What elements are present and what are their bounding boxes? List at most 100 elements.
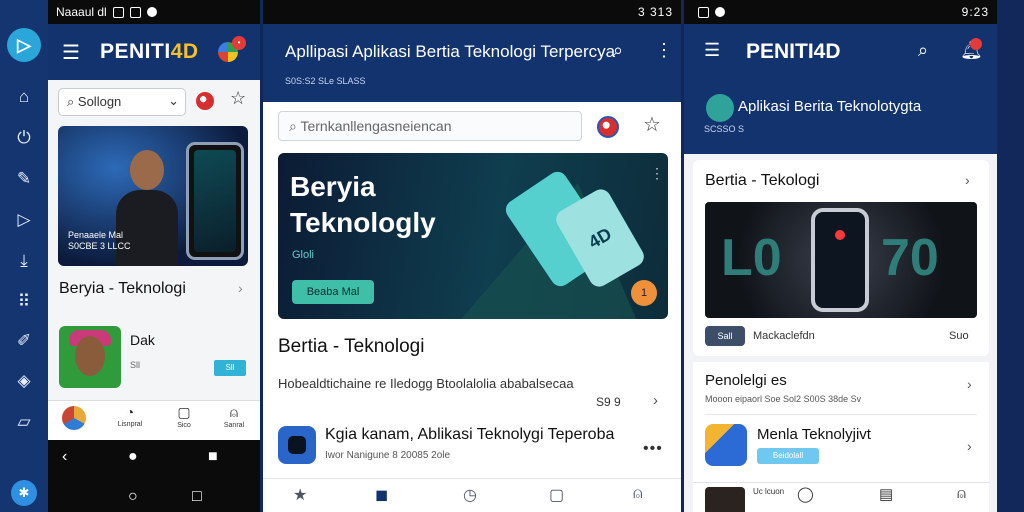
search-icon: ⌕	[289, 118, 297, 134]
clock-nav-icon[interactable]: ◷	[463, 485, 477, 505]
hero-caption: Penaaele Mal S0CBE 3 LLCC	[68, 230, 131, 251]
phone-panel-right: 9:23 ☰ PENITI4D ⌕ 🔔︎ Aplikasi Berita Tek…	[684, 0, 997, 512]
divider	[705, 414, 977, 415]
back-icon[interactable]: ‹	[62, 448, 67, 466]
app-bar: Apllipasi Aplikasi Bertia Teknologi Terp…	[263, 24, 681, 102]
more-horiz-icon[interactable]: •••	[643, 440, 663, 458]
avatar[interactable]	[705, 487, 745, 512]
feature-card[interactable]: Bertia - Tekologi › L0 70 Sall Mackaclef…	[693, 160, 989, 356]
more-icon[interactable]: ⋮	[655, 40, 673, 61]
section-title: Bertia - Teknologi	[278, 336, 425, 357]
recents-icon[interactable]: ■	[208, 448, 218, 466]
list-item-title[interactable]: Menla Teknolyjivt	[757, 426, 871, 443]
menu-icon[interactable]: ☰	[62, 40, 80, 65]
search-icon: ⌕	[67, 94, 75, 109]
notification-dot	[970, 38, 982, 50]
list-item-title[interactable]: Kgia kanam, Ablikasi Teknolygi Teperoba	[325, 426, 614, 444]
chevron-right-icon[interactable]: ›	[653, 392, 658, 409]
profile-nav-icon[interactable]: ⍝	[633, 485, 643, 503]
chevron-right-icon[interactable]: ›	[965, 172, 970, 188]
star-icon[interactable]: ☆	[230, 88, 246, 109]
hero-badge[interactable]: 1	[631, 280, 657, 306]
app-title: Apllipasi Aplikasi Bertia Teknologi Terp…	[285, 42, 616, 61]
brand-logo: PENITI4D	[746, 40, 841, 63]
app-subtitle: SCSSO S	[704, 124, 745, 134]
settings-icon[interactable]: ✱	[11, 480, 37, 506]
list-item-meta: Mooon eipaorl Soe Sol2 S00S 38de Sv	[705, 394, 862, 404]
explore-nav-icon[interactable]: ◯	[797, 485, 814, 503]
chevron-right-icon[interactable]: ›	[967, 376, 972, 392]
card-title: Bertia - Tekologi	[705, 172, 820, 189]
list-nav-icon[interactable]: ▤	[879, 485, 893, 503]
nav-item-saved[interactable]: ▢ Sico	[162, 404, 206, 429]
article-title[interactable]: Dak	[130, 332, 155, 348]
search-icon[interactable]: ⌕	[918, 40, 928, 61]
card-meta: Mackaclefdn	[753, 330, 815, 342]
hero-banner[interactable]: Beryia Teknologly Gloli Beaba Mal 4D ⋮ 1	[278, 153, 668, 319]
chevron-right-icon[interactable]: ›	[967, 438, 972, 454]
bottom-nav: Uc lcuon ◯ ▤ ⍝	[693, 482, 989, 512]
article-tag[interactable]: Sll	[214, 360, 246, 376]
square-outline-icon[interactable]: □	[192, 488, 202, 506]
bottom-nav: ◔ Lisnpral ▢ Sico ⍝ Sanral	[48, 400, 260, 440]
star-icon[interactable]: ☆	[643, 112, 661, 137]
list-item-meta: Iwor Nanigune 8 20085 2ole	[325, 450, 451, 461]
article-thumbnail[interactable]	[59, 326, 121, 388]
cube-icon[interactable]: ◈	[13, 370, 35, 392]
chevron-down-icon: ⌄	[168, 93, 179, 108]
notification-badge: •	[232, 36, 246, 50]
nav-item-profile[interactable]: ⍝ Sanral	[212, 404, 256, 429]
download-icon[interactable]: ⤓	[13, 250, 35, 272]
app-screenshot: ▷ ⌂ ⏻ ✎ ▷ ⤓ ⠿ ✐ ◈ ▱ ✱ Naaaul dl ☰ PENITI…	[0, 0, 1024, 512]
star-nav-icon[interactable]: ★	[293, 485, 307, 505]
home-outline-icon[interactable]: ○	[128, 488, 138, 506]
edit-icon[interactable]: ✎	[13, 168, 35, 190]
right-edge	[997, 0, 1024, 512]
dot-icon	[715, 7, 725, 17]
more-icon[interactable]: ⋮	[650, 165, 664, 182]
app-bar: ☰ PENITI4D ⌕ 🔔︎ Aplikasi Berita Teknolot…	[684, 24, 997, 154]
phone-panel-left: Naaaul dl ☰ PENITI4D • ⌕ Sollogn ⌄ ☆ Pen…	[48, 0, 260, 512]
app-subtitle: S0S:S2 SLe SLASS	[285, 76, 366, 86]
search-input[interactable]: ⌕ Ternkanllengasneiencan	[278, 111, 582, 141]
nav-item-explore[interactable]: ◔ Lisnpral	[108, 404, 152, 428]
flag-icon[interactable]	[597, 116, 619, 138]
status-bar: 3 313	[263, 0, 681, 24]
dot-icon	[146, 7, 157, 17]
brush-icon[interactable]: ✐	[13, 330, 35, 352]
bookmark-nav-icon[interactable]: ▢	[549, 485, 564, 505]
home-icon[interactable]: ⌂	[13, 86, 35, 108]
search-icon[interactable]: ⌕	[613, 40, 623, 61]
gallery-icon	[112, 6, 124, 18]
card-chip[interactable]: Sall	[705, 326, 745, 346]
app-mini-logo	[706, 94, 734, 122]
hero-banner[interactable]: Penaaele Mal S0CBE 3 LLCC	[58, 126, 248, 266]
chevron-right-icon[interactable]: ›	[238, 280, 243, 296]
phone-image	[186, 142, 244, 260]
list-item-title[interactable]: Penolelgi es	[705, 372, 787, 389]
card-meta-right: Suo	[949, 330, 969, 342]
flag-icon[interactable]	[196, 92, 214, 110]
home-nav-icon[interactable]: ◼	[375, 485, 388, 505]
app-icon[interactable]	[705, 424, 747, 466]
avatar[interactable]	[62, 406, 86, 430]
apps-icon[interactable]: ⠿	[13, 291, 35, 313]
search-dropdown[interactable]: ⌕ Sollogn ⌄	[58, 88, 186, 116]
person-image	[130, 150, 164, 190]
list-item-tag[interactable]: Beidolall	[757, 448, 819, 464]
hero-cta-button[interactable]: Beaba Mal	[292, 280, 374, 304]
search-placeholder: Ternkanllengasneiencan	[300, 118, 452, 134]
profile-nav-icon[interactable]: ⍝	[957, 485, 966, 502]
app-bar: ☰ PENITI4D •	[48, 24, 260, 80]
book-icon[interactable]: ▱	[13, 411, 35, 433]
section-title: Beryia - Teknologi	[59, 280, 186, 297]
menu-icon[interactable]: ☰	[704, 40, 720, 61]
status-time: 3 313	[637, 5, 673, 19]
play-icon[interactable]: ▷	[13, 209, 35, 231]
power-icon[interactable]: ⏻	[13, 127, 35, 149]
search-value: Sollogn	[77, 94, 122, 109]
app-icon[interactable]	[278, 426, 316, 464]
smartwatch-image	[811, 208, 869, 312]
home-button-icon[interactable]: ●	[128, 448, 138, 466]
app-logo[interactable]: ▷	[7, 28, 41, 62]
